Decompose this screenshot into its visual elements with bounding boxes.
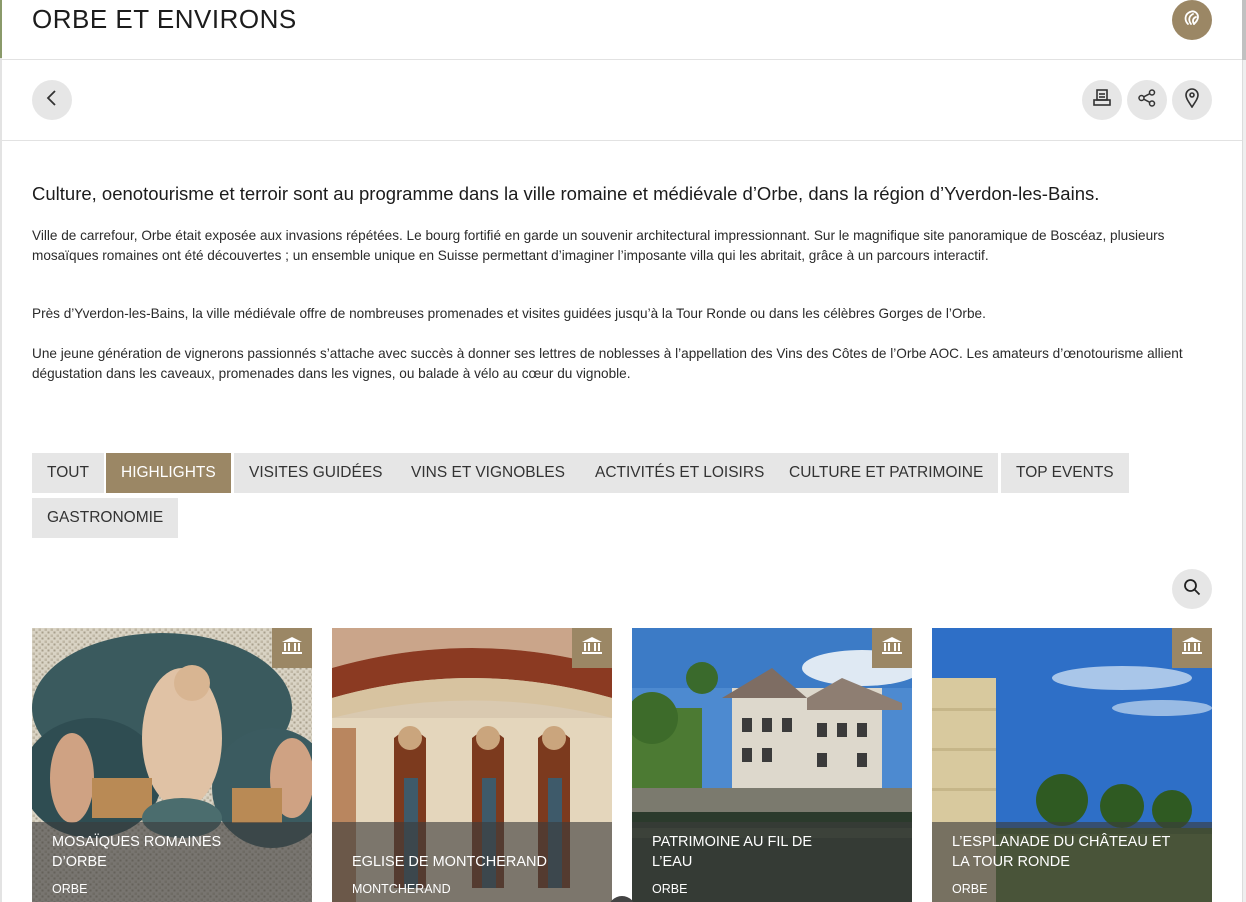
action-toolbar (2, 61, 1242, 141)
card-title: MOSAÏQUES ROMAINES D’ORBE (52, 834, 222, 870)
filter-vins-et-vignobles[interactable]: VINS ET VIGNOBLES (396, 453, 580, 493)
category-badge (1172, 628, 1212, 668)
card-location: ORBE (52, 882, 88, 896)
page-title: ORBE ET ENVIRONS (32, 4, 297, 34)
card-esplanade-chateau[interactable]: L’ESPLANADE DU CHÂTEAU ET LA TOUR RONDE … (932, 628, 1212, 902)
category-badge (272, 628, 312, 668)
scrollbar-thumb[interactable] (1242, 0, 1246, 60)
card-location: MONTCHERAND (352, 882, 451, 896)
filter-top-events[interactable]: TOP EVENTS (1001, 453, 1129, 493)
search-button[interactable] (1172, 569, 1212, 609)
filter-culture-et-patrimoine[interactable]: CULTURE ET PATRIMOINE (774, 453, 999, 493)
filter-gastronomie[interactable]: GASTRONOMIE (32, 498, 179, 538)
card-patrimoine-fil-eau[interactable]: PATRIMOINE AU FIL DE L’EAU ORBE (632, 628, 912, 902)
map-button[interactable] (1172, 80, 1212, 120)
region-logo-icon (1181, 7, 1203, 34)
print-button[interactable] (1082, 80, 1122, 120)
filter-activites-et-loisirs[interactable]: ACTIVITÉS ET LOISIRS (580, 453, 780, 493)
card-title: PATRIMOINE AU FIL DE L’EAU (652, 834, 813, 870)
museum-icon (882, 636, 902, 660)
filter-highlights[interactable]: HIGHLIGHTS (106, 453, 231, 493)
card-eglise-montcherand[interactable]: EGLISE DE MONTCHERAND MONTCHERAND (332, 628, 612, 902)
museum-icon (582, 636, 602, 660)
chevron-left-icon (45, 89, 59, 112)
intro-paragraph: Ville de carrefour, Orbe était exposée a… (32, 228, 1165, 263)
region-logo-button[interactable] (1172, 0, 1212, 40)
map-pin-icon (1184, 87, 1200, 113)
category-badge (572, 628, 612, 668)
card-title: EGLISE DE MONTCHERAND (352, 854, 547, 870)
museum-icon (1182, 636, 1202, 660)
intro-paragraph: Près d’Yverdon-les-Bains, la ville médié… (32, 306, 986, 321)
share-button[interactable] (1127, 80, 1167, 120)
share-icon (1137, 88, 1157, 113)
print-icon (1092, 88, 1112, 113)
intro-lead: Culture, oenotourisme et terroir sont au… (32, 183, 1100, 204)
card-location: ORBE (652, 882, 688, 896)
back-button[interactable] (32, 80, 72, 120)
filter-visites-guidees[interactable]: VISITES GUIDÉES (234, 453, 398, 493)
search-icon (1183, 578, 1201, 601)
scrollbar-track[interactable] (1242, 0, 1246, 902)
intro-paragraph: Une jeune génération de vignerons passio… (32, 346, 1183, 381)
card-mosaiques-romaines[interactable]: MOSAÏQUES ROMAINES D’ORBE ORBE (32, 628, 312, 902)
card-location: ORBE (952, 882, 988, 896)
museum-icon (282, 636, 302, 660)
filter-tout[interactable]: TOUT (32, 453, 104, 493)
top-bar: ORBE ET ENVIRONS (2, 0, 1242, 60)
card-title: L’ESPLANADE DU CHÂTEAU ET LA TOUR RONDE (952, 834, 1171, 870)
category-badge (872, 628, 912, 668)
